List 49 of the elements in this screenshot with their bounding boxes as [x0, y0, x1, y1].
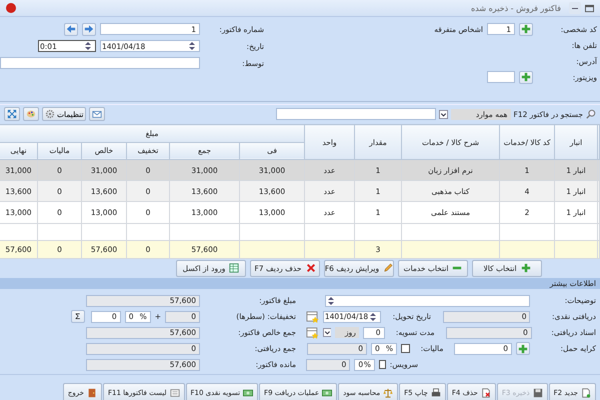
- search-field[interactable]: [276, 108, 436, 120]
- checkbox[interactable]: [378, 360, 386, 369]
- next-button[interactable]: [82, 22, 96, 36]
- spinner-icon[interactable]: [84, 41, 92, 51]
- cross-icon: [306, 263, 316, 273]
- window-title: فاکتور فروش - ذخیره شده: [470, 4, 561, 12]
- notes-field[interactable]: [325, 294, 530, 306]
- visitor-field[interactable]: [487, 71, 515, 83]
- arrow-left-icon: [66, 24, 76, 34]
- add-button[interactable]: [516, 342, 530, 355]
- spinner-icon[interactable]: [368, 312, 376, 322]
- banknote-icon: [322, 388, 332, 398]
- search-icon: [586, 109, 596, 119]
- new-document-icon: [581, 388, 591, 398]
- spreadsheet-icon: [229, 263, 240, 273]
- gear-icon: [45, 109, 55, 119]
- scale-icon: [383, 388, 394, 398]
- previous-button[interactable]: [64, 22, 78, 36]
- add-button[interactable]: [519, 22, 533, 36]
- spinner-icon[interactable]: [188, 41, 196, 51]
- plus-icon: [521, 72, 531, 82]
- plus-icon: [521, 24, 531, 34]
- minimize-button[interactable]: [569, 2, 581, 14]
- dropdown-arrow-icon[interactable]: [438, 110, 448, 118]
- by-field[interactable]: [0, 57, 200, 69]
- fullscreen-button[interactable]: [4, 107, 20, 121]
- palette-icon: [26, 109, 36, 119]
- printer-icon: [430, 388, 441, 398]
- delete-document-icon: [480, 388, 491, 398]
- close-button[interactable]: [6, 3, 16, 13]
- add-button[interactable]: [519, 70, 533, 84]
- palette-button[interactable]: [23, 107, 39, 121]
- banknote-icon: [243, 388, 254, 398]
- dropdown-arrow-icon[interactable]: [322, 328, 332, 337]
- save-icon: [532, 388, 543, 398]
- expand-icon: [7, 109, 17, 119]
- email-button[interactable]: [89, 107, 106, 121]
- calendar-icon[interactable]: [306, 310, 319, 323]
- checkbox[interactable]: [401, 344, 410, 353]
- plus-icon: [518, 344, 528, 354]
- pencil-icon: [383, 263, 394, 273]
- window-icon: [585, 4, 594, 12]
- arrow-right-icon: [84, 24, 94, 34]
- envelope-icon: [92, 109, 102, 119]
- sum-button[interactable]: Σ: [70, 310, 85, 323]
- plus-icon: [520, 263, 531, 273]
- door-icon: [87, 388, 97, 398]
- list-icon: [170, 388, 180, 398]
- spinner-icon[interactable]: [327, 296, 335, 306]
